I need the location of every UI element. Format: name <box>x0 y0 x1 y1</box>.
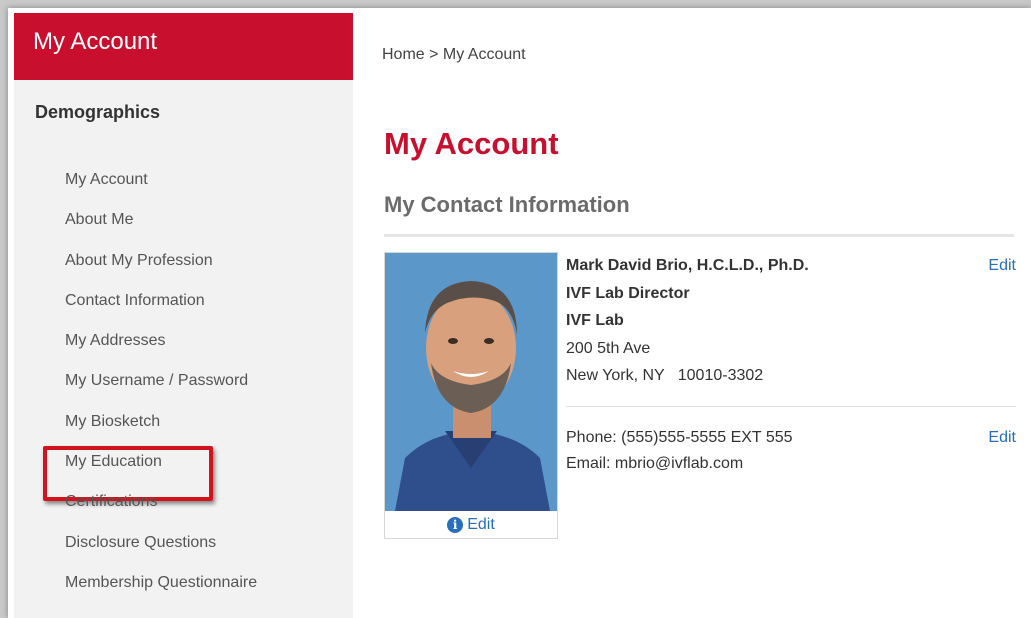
browser-frame: My Account Demographics My Account About… <box>8 8 1031 618</box>
divider <box>384 234 1014 237</box>
photo-edit-link[interactable]: i Edit <box>385 511 557 538</box>
contact-title: IVF Lab Director <box>566 284 690 302</box>
divider <box>566 406 1016 407</box>
sidebar-item-my-biosketch[interactable]: My Biosketch <box>14 406 353 446</box>
sidebar-item-my-education[interactable]: My Education <box>14 446 353 502</box>
sidebar-item-about-me[interactable]: About Me <box>14 204 353 244</box>
contact-phone-email: Edit Phone: (555)555-5555 EXT 555 Email:… <box>566 429 1016 481</box>
contact-address: 200 5th Ave <box>566 339 651 357</box>
sidebar-item-my-account[interactable]: My Account <box>14 164 353 204</box>
photo-edit-label: Edit <box>467 515 495 533</box>
contact-email: Email: mbrio@ivflab.com <box>566 455 744 472</box>
sidebar-item-membership-questionnaire[interactable]: Membership Questionnaire <box>14 567 353 607</box>
sidebar-item-username-password[interactable]: My Username / Password <box>14 365 353 405</box>
edit-phone-email-link[interactable]: Edit <box>988 429 1016 447</box>
sidebar-item-disclosure-questions[interactable]: Disclosure Questions <box>14 527 353 567</box>
profile-photo-image <box>385 253 557 511</box>
breadcrumb[interactable]: Home > My Account <box>382 46 526 64</box>
page-title: My Account <box>384 126 559 161</box>
profile-photo <box>385 253 557 511</box>
sidebar: My Account Demographics My Account About… <box>14 13 353 618</box>
sidebar-section-title: Demographics <box>35 102 161 122</box>
contact-phone: Phone: (555)555-5555 EXT 555 <box>566 429 793 446</box>
sidebar-header: My Account <box>14 13 353 80</box>
profile-photo-card: i Edit <box>384 252 558 539</box>
contact-details: Edit Mark David Brio, H.C.L.D., Ph.D. IV… <box>566 257 1016 395</box>
info-icon: i <box>447 516 464 533</box>
contact-name: Mark David Brio, H.C.L.D., Ph.D. <box>566 257 809 274</box>
sidebar-item-certifications[interactable]: Certifications <box>14 486 353 526</box>
sidebar-item-my-addresses[interactable]: My Addresses <box>14 325 353 365</box>
contact-city-line: New York, NY 10010-3302 <box>566 367 764 384</box>
section-title: My Contact Information <box>384 192 630 217</box>
main-content: Home > My Account My Account My Contact … <box>353 8 1031 618</box>
sidebar-item-contact-information[interactable]: Contact Information <box>14 285 353 325</box>
edit-contact-link[interactable]: Edit <box>988 257 1016 275</box>
sidebar-nav: My Account About Me About My Profession … <box>14 164 353 607</box>
contact-organization: IVF Lab <box>566 312 624 329</box>
sidebar-item-about-my-profession[interactable]: About My Profession <box>14 245 353 285</box>
